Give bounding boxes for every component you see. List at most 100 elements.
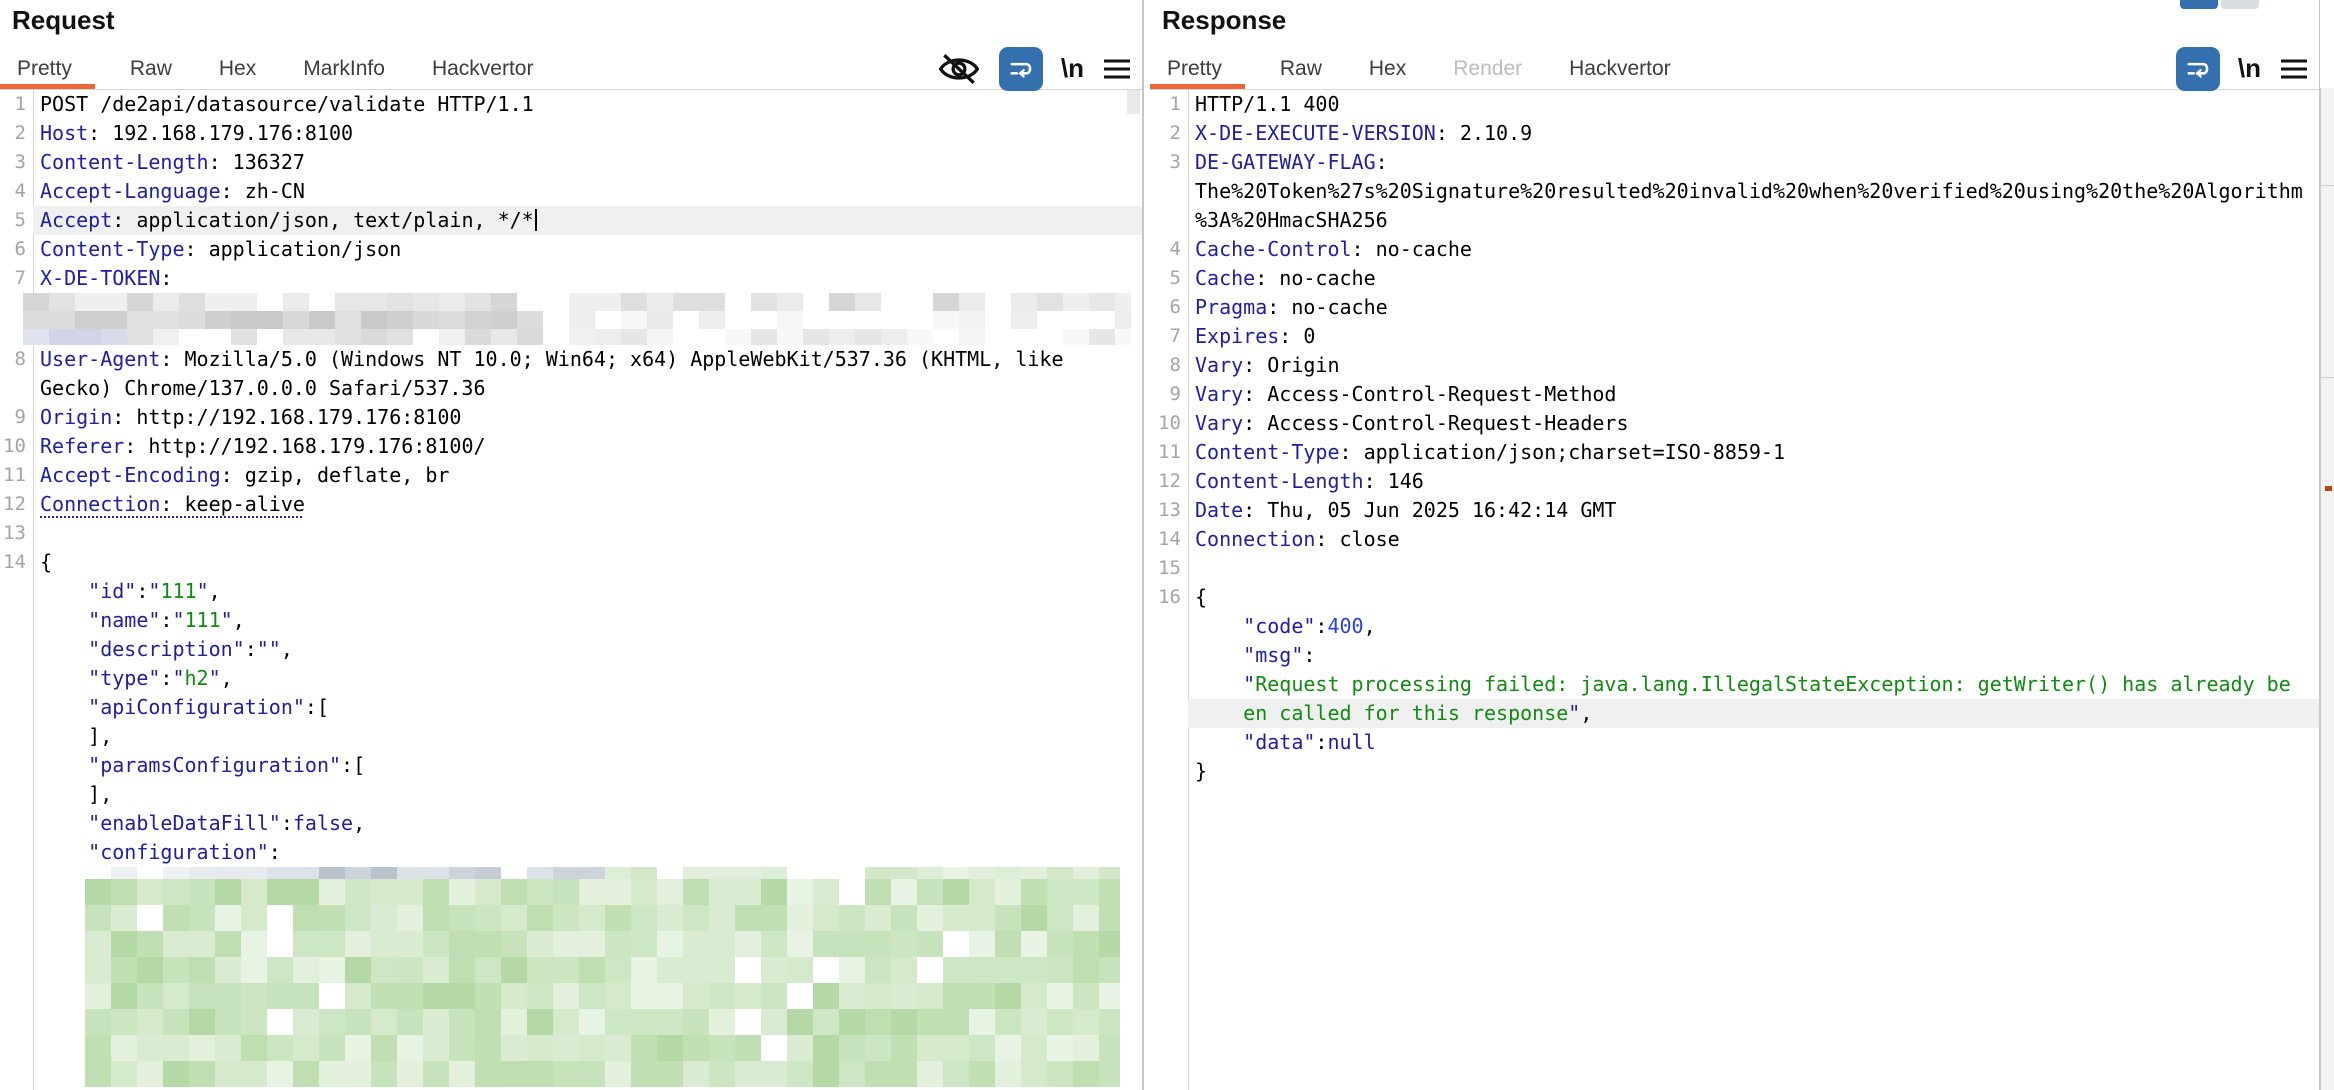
code-line: 5Cache: no-cache	[1150, 264, 2319, 293]
line-number	[0, 751, 33, 780]
code-line: "id":"111",	[0, 577, 1142, 606]
code-line: Gecko) Chrome/137.0.0.0 Safari/537.36	[0, 374, 1142, 403]
code-line: 2X-DE-EXECUTE-VERSION: 2.10.9	[1150, 119, 2319, 148]
code-line: "paramsConfiguration":[	[0, 751, 1142, 780]
line-number: 3	[1150, 148, 1188, 177]
response-editor[interactable]: 1HTTP/1.1 4002X-DE-EXECUTE-VERSION: 2.10…	[1150, 90, 2319, 1090]
code-text	[1188, 554, 2319, 583]
code-text: Gecko) Chrome/137.0.0.0 Safari/537.36	[33, 374, 1142, 403]
tab-label: Hex	[1369, 57, 1406, 81]
newline-toggle-icon[interactable]: \n	[1061, 53, 1084, 84]
line-number	[0, 664, 33, 693]
code-line: 5Accept: application/json, text/plain, *…	[0, 206, 1142, 235]
request-scrollbar-thumb[interactable]	[1127, 90, 1140, 114]
code-line: 10Referer: http://192.168.179.176:8100/	[0, 432, 1142, 461]
request-editor[interactable]: 1POST /de2api/datasource/validate HTTP/1…	[0, 90, 1142, 1090]
line-number: 10	[0, 432, 33, 461]
line-number: 8	[1150, 351, 1188, 380]
word-wrap-icon[interactable]	[999, 47, 1043, 91]
newline-toggle-icon[interactable]: \n	[2238, 53, 2261, 84]
line-number	[0, 838, 33, 867]
tab-label: Pretty	[17, 57, 72, 81]
request-tab-hex[interactable]: Hex	[207, 48, 268, 89]
menu-icon[interactable]	[2279, 56, 2309, 82]
line-number	[0, 722, 33, 751]
code-line: 14{	[0, 548, 1142, 577]
line-number: 2	[1150, 119, 1188, 148]
code-text: Date: Thu, 05 Jun 2025 16:42:14 GMT	[1188, 496, 2319, 525]
redacted-region-green	[85, 867, 1120, 1087]
code-line: "name":"111",	[0, 606, 1142, 635]
burp-message-editor: Request PrettyRawHexMarkInfoHackvertor	[0, 0, 2334, 1090]
code-text: "paramsConfiguration":[	[33, 751, 1142, 780]
code-line: "data":null	[1150, 728, 2319, 757]
line-number	[0, 606, 33, 635]
code-line: "type":"h2",	[0, 664, 1142, 693]
code-text: Host: 192.168.179.176:8100	[33, 119, 1142, 148]
code-line: 1HTTP/1.1 400	[1150, 90, 2319, 119]
code-text: HTTP/1.1 400	[1188, 90, 2319, 119]
code-line: 3DE-GATEWAY-FLAG:	[1150, 148, 2319, 177]
request-tab-hackvertor[interactable]: Hackvertor	[420, 48, 546, 89]
request-tab-pretty[interactable]: Pretty	[0, 48, 95, 89]
code-text: Vary: Access-Control-Request-Method	[1188, 380, 2319, 409]
tab-label: Raw	[130, 57, 172, 81]
cutoff-button-gray[interactable]	[2221, 0, 2259, 9]
code-line: 1POST /de2api/datasource/validate HTTP/1…	[0, 90, 1142, 119]
code-text: Content-Length: 146	[1188, 467, 2319, 496]
code-text: POST /de2api/datasource/validate HTTP/1.…	[33, 90, 1142, 119]
line-number	[1150, 612, 1188, 641]
response-tab-render: Render	[1441, 48, 1534, 89]
line-number: 6	[0, 235, 33, 264]
tab-label: MarkInfo	[303, 57, 385, 81]
menu-icon[interactable]	[1102, 56, 1132, 82]
line-number: 9	[1150, 380, 1188, 409]
newline-glyph: \n	[2238, 53, 2261, 84]
code-line: 11Content-Type: application/json;charset…	[1150, 438, 2319, 467]
code-text: Vary: Origin	[1188, 351, 2319, 380]
response-tab-pretty[interactable]: Pretty	[1150, 48, 1245, 89]
tab-label: Render	[1453, 57, 1522, 81]
code-line: 6Pragma: no-cache	[1150, 293, 2319, 322]
hide-eye-icon[interactable]	[937, 50, 981, 88]
line-number: 9	[0, 403, 33, 432]
response-tabbar: Pretty Raw Hex Render Hackvertor \n	[1150, 48, 2319, 90]
line-number	[1150, 177, 1188, 206]
response-scrollbar-track[interactable]	[2320, 88, 2334, 1090]
response-tab-raw[interactable]: Raw	[1268, 48, 1334, 89]
code-text: }	[1188, 757, 2319, 786]
code-line: %3A%20HmacSHA256	[1150, 206, 2319, 235]
code-text: Vary: Access-Control-Request-Headers	[1188, 409, 2319, 438]
response-tab-hackvertor[interactable]: Hackvertor	[1557, 48, 1683, 89]
response-tab-hex[interactable]: Hex	[1357, 48, 1418, 89]
code-line: 2Host: 192.168.179.176:8100	[0, 119, 1142, 148]
code-text: Content-Type: application/json;charset=I…	[1188, 438, 2319, 467]
line-number: 14	[1150, 525, 1188, 554]
cutoff-button-blue[interactable]	[2180, 0, 2218, 9]
code-line: 4Cache-Control: no-cache	[1150, 235, 2319, 264]
code-text: Cache: no-cache	[1188, 264, 2319, 293]
code-text: "name":"111",	[33, 606, 1142, 635]
code-text	[33, 519, 1142, 548]
line-number: 13	[0, 519, 33, 548]
request-tab-markinfo[interactable]: MarkInfo	[291, 48, 397, 89]
code-line: The%20Token%27s%20Signature%20resulted%2…	[1150, 177, 2319, 206]
code-text: Expires: 0	[1188, 322, 2319, 351]
code-line: "apiConfiguration":[	[0, 693, 1142, 722]
request-tab-raw[interactable]: Raw	[118, 48, 184, 89]
line-number: 4	[1150, 235, 1188, 264]
code-text: "code":400,	[1188, 612, 2319, 641]
code-text: "description":"",	[33, 635, 1142, 664]
code-text: "configuration":	[33, 838, 1142, 867]
code-text: %3A%20HmacSHA256	[1188, 206, 2319, 235]
word-wrap-icon[interactable]	[2176, 47, 2220, 91]
text-cursor	[535, 209, 537, 231]
line-number: 12	[1150, 467, 1188, 496]
code-line: "Request processing failed: java.lang.Il…	[1150, 670, 2319, 699]
code-text: en called for this response",	[1188, 699, 2319, 728]
code-line: "msg":	[1150, 641, 2319, 670]
code-line: 9Vary: Access-Control-Request-Method	[1150, 380, 2319, 409]
code-text: X-DE-TOKEN:	[33, 264, 1142, 293]
code-line: 13	[0, 519, 1142, 548]
line-number	[1150, 670, 1188, 699]
